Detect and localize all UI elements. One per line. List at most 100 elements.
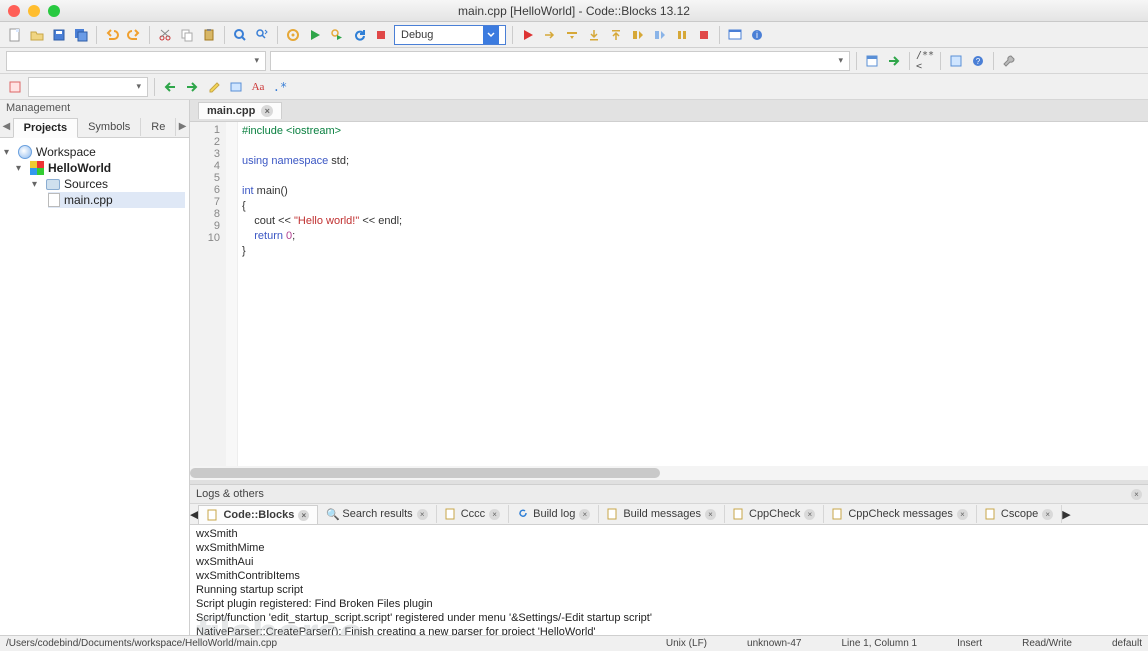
log-tab-cppcheck-messages[interactable]: CppCheck messages× [824,505,977,523]
log-tab-cppcheck[interactable]: CppCheck× [725,505,824,523]
line-gutter: 12345678910 [190,122,226,466]
tabs-scroll-left-icon[interactable]: ◀ [0,121,13,132]
new-file-icon[interactable] [6,26,24,44]
debug-run-icon[interactable] [519,26,537,44]
highlight-icon[interactable] [205,78,223,96]
log-tab-search-results[interactable]: 🔍Search results× [318,505,436,523]
regex-icon[interactable]: .* [271,78,289,96]
status-eol: Unix (LF) [666,638,707,649]
stop-debug-icon[interactable] [695,26,713,44]
log-tab-cccc[interactable]: Cccc× [437,505,509,523]
save-all-icon[interactable] [72,26,90,44]
next-line-icon[interactable] [563,26,581,44]
titlebar: main.cpp [HelloWorld] - Code::Blocks 13.… [0,0,1148,22]
tool-icon-1[interactable] [863,52,881,70]
tab-symbols[interactable]: Symbols [78,118,141,136]
scope-combo[interactable]: ▾ [6,51,266,71]
log-tab-build-messages[interactable]: Build messages× [599,505,725,523]
svg-text:i: i [756,30,758,40]
log-tab-code-blocks[interactable]: Code::Blocks× [198,505,318,525]
logs-scroll-right-icon[interactable]: ▶ [1062,508,1070,521]
replace-icon[interactable] [253,26,271,44]
tree-folder[interactable]: ▾Sources [32,176,185,192]
wrench-icon[interactable] [1000,52,1018,70]
svg-text:?: ? [976,57,981,66]
log-line: Running startup script [196,583,1142,597]
debug-windows-icon[interactable] [726,26,744,44]
status-encoding: unknown-47 [747,638,801,649]
scrollbar-thumb[interactable] [190,468,660,478]
log-line: Script/function 'edit_startup_script.scr… [196,611,1142,625]
next-instr-icon[interactable] [629,26,647,44]
cut-icon[interactable] [156,26,174,44]
log-line: wxSmith [196,527,1142,541]
find-icon[interactable] [231,26,249,44]
management-header: Management [0,100,189,116]
redo-icon[interactable] [125,26,143,44]
tab-resources[interactable]: Re [141,118,176,136]
tree-project[interactable]: ▾HelloWorld [16,160,185,176]
help-icon[interactable]: ? [969,52,987,70]
code-editor[interactable]: 12345678910 #include <iostream> using na… [190,122,1148,466]
status-position: Line 1, Column 1 [842,638,918,649]
open-icon[interactable] [28,26,46,44]
toggle-source-icon[interactable] [6,78,24,96]
comment-icon[interactable]: /**< [916,52,934,70]
main-area: Management ◀ Projects Symbols Re ▶ ▾Work… [0,100,1148,635]
log-line: wxSmithContribItems [196,569,1142,583]
folder-icon [46,179,60,190]
close-tab-icon[interactable]: × [261,105,273,117]
symbol-combo[interactable]: ▾ [270,51,850,71]
log-line: Script plugin registered: Find Broken Fi… [196,597,1142,611]
logs-tabs: ◀ Code::Blocks×🔍Search results×Cccc×Buil… [190,503,1148,525]
tab-projects[interactable]: Projects [13,118,78,138]
secondary-toolbar: ▾ ▾ /**< ? [0,48,1148,74]
status-rw: Read/Write [1022,638,1072,649]
save-icon[interactable] [50,26,68,44]
editor-tab-main[interactable]: main.cpp × [198,102,282,119]
run-to-cursor-icon[interactable] [541,26,559,44]
log-tab-build-log[interactable]: Build log× [509,505,599,523]
step-out-icon[interactable] [607,26,625,44]
log-line: wxSmithAui [196,555,1142,569]
match-case-icon[interactable]: Aa [249,78,267,96]
step-into-icon[interactable] [585,26,603,44]
select-icon[interactable] [227,78,245,96]
build-run-icon[interactable] [328,26,346,44]
forward-icon[interactable] [183,78,201,96]
break-debug-icon[interactable] [673,26,691,44]
log-line: wxSmithMime [196,541,1142,555]
logs-scroll-left-icon[interactable]: ◀ [190,508,198,521]
copy-icon[interactable] [178,26,196,44]
build-icon[interactable] [284,26,302,44]
editor-hscroll[interactable] [190,466,1148,480]
rebuild-icon[interactable] [350,26,368,44]
jump-combo[interactable]: ▾ [28,77,148,97]
paste-icon[interactable] [200,26,218,44]
log-tab-cscope[interactable]: Cscope× [977,505,1062,523]
tree-file[interactable]: main.cpp [48,192,185,208]
info-icon[interactable]: i [748,26,766,44]
code-content[interactable]: #include <iostream> using namespace std;… [238,122,1148,466]
logs-header: Logs & others × [190,485,1148,503]
project-tree: ▾Workspace ▾HelloWorld ▾Sources main.cpp [0,138,189,635]
logs-panel: Logs & others × ◀ Code::Blocks×🔍Search r… [190,484,1148,635]
build-target-select[interactable]: Debug [394,25,506,45]
tool-icon-2[interactable] [885,52,903,70]
tabs-scroll-right-icon[interactable]: ▶ [176,121,189,132]
tool-icon-3[interactable] [947,52,965,70]
abort-icon[interactable] [372,26,390,44]
undo-icon[interactable] [103,26,121,44]
run-icon[interactable] [306,26,324,44]
step-into-instr-icon[interactable] [651,26,669,44]
logs-body[interactable]: wxSmithwxSmithMimewxSmithAuiwxSmithContr… [190,525,1148,635]
main-toolbar: Debug i [0,22,1148,48]
build-target-label: Debug [401,29,433,41]
editor-area: main.cpp × 12345678910 #include <iostrea… [190,100,1148,635]
editor-tabs: main.cpp × [190,100,1148,122]
project-icon [30,161,44,175]
back-icon[interactable] [161,78,179,96]
workspace-icon [18,145,32,159]
tree-workspace[interactable]: ▾Workspace [4,144,185,160]
close-logs-icon[interactable]: × [1131,489,1142,500]
